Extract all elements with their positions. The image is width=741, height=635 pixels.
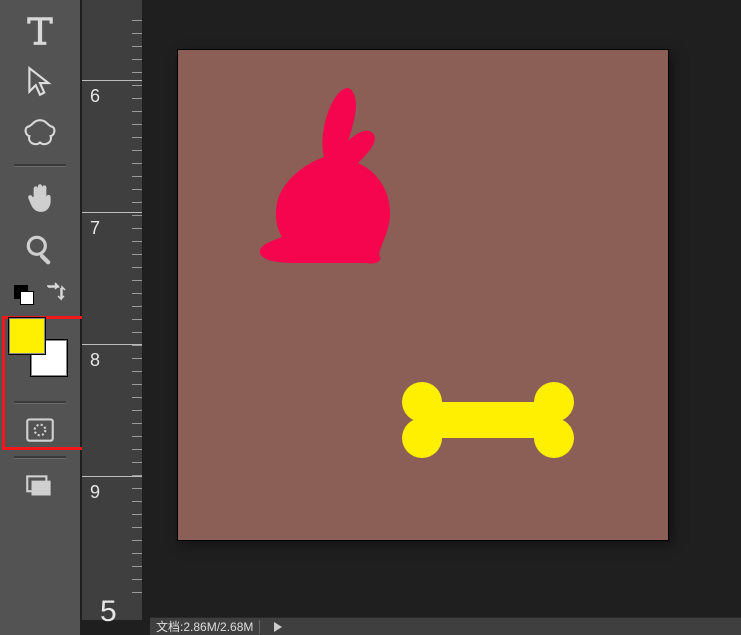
path-selection-tool[interactable] — [15, 58, 65, 106]
custom-shape-tool[interactable] — [15, 110, 65, 158]
ruler-tick-minor — [132, 579, 142, 580]
ruler-tick-minor — [132, 501, 142, 502]
ruler-tick-minor — [132, 566, 142, 567]
ruler-tick-minor — [132, 293, 142, 294]
ruler-tick-label: 6 — [90, 86, 100, 107]
status-play-icon[interactable] — [274, 622, 282, 632]
ruler-tick-minor — [132, 176, 142, 177]
ruler-tick-minor — [132, 150, 142, 151]
ruler-tick-minor — [132, 449, 142, 450]
color-controls — [10, 281, 70, 307]
app-root: 6 7 8 9 5 文档 — [0, 0, 741, 635]
color-swatch-area — [0, 277, 80, 401]
type-tool[interactable] — [15, 6, 65, 54]
ruler-tick-minor — [132, 423, 142, 424]
ruler-tick-minor — [132, 319, 142, 320]
ruler-tick-minor — [132, 20, 142, 21]
ruler-tick-label: 5 — [100, 595, 117, 629]
ruler-tick-minor — [132, 137, 142, 138]
ruler-tick-minor — [132, 280, 142, 281]
toolbar-divider — [14, 456, 66, 459]
ruler-tick-minor — [132, 215, 142, 216]
bone-shape — [398, 380, 578, 460]
foreground-color-swatch[interactable] — [8, 317, 46, 355]
ruler-tick-minor — [132, 72, 142, 73]
hand-tool[interactable] — [15, 173, 65, 221]
ruler-tick-minor — [132, 436, 142, 437]
swap-colors-button[interactable] — [44, 281, 66, 308]
ruler-tick-minor — [132, 241, 142, 242]
ruler-tick-minor — [132, 189, 142, 190]
ruler-tick-minor — [132, 488, 142, 489]
ruler-tick-minor — [132, 85, 142, 86]
ruler-tick-minor — [132, 202, 142, 203]
ruler-tick-minor — [132, 462, 142, 463]
vertical-ruler: 6 7 8 9 — [82, 0, 142, 620]
ruler-tick-minor — [132, 332, 142, 333]
ruler-tick-minor — [132, 267, 142, 268]
ruler-tick-minor — [132, 163, 142, 164]
ruler-tick-minor — [132, 592, 142, 593]
screen-mode-button[interactable] — [15, 465, 65, 509]
ruler-tick-minor — [132, 306, 142, 307]
ruler-tick-minor — [132, 514, 142, 515]
ruler-tick-minor — [132, 384, 142, 385]
ruler-tick-minor — [132, 98, 142, 99]
ruler-tick-minor — [132, 124, 142, 125]
ruler-tick-minor — [132, 358, 142, 359]
ruler-tick-label: 8 — [90, 350, 100, 371]
toolbar-divider — [14, 164, 66, 167]
ruler-tick-minor — [132, 254, 142, 255]
quick-mask-toggle[interactable] — [15, 410, 65, 450]
status-doc-label: 文档 — [156, 618, 180, 635]
ruler-tick-minor — [132, 475, 142, 476]
ruler-tick-minor — [132, 410, 142, 411]
status-separator — [259, 620, 260, 634]
status-doc-size: :2.86M/2.68M — [180, 620, 253, 634]
status-bar: 文档 :2.86M/2.68M — [150, 617, 741, 635]
ruler-tick-minor — [132, 527, 142, 528]
zoom-tool[interactable] — [15, 225, 65, 273]
rabbit-shape — [258, 85, 408, 265]
document-canvas[interactable] — [178, 50, 668, 540]
toolbar-divider — [14, 401, 66, 404]
ruler-tick-minor — [132, 345, 142, 346]
ruler-tick-minor — [132, 33, 142, 34]
ruler-tick-minor — [132, 397, 142, 398]
ruler-tick-minor — [132, 111, 142, 112]
ruler-tick-minor — [132, 540, 142, 541]
ruler-tick-label: 9 — [90, 482, 100, 503]
tools-panel — [0, 0, 80, 635]
ruler-tick-minor — [132, 371, 142, 372]
ruler-tick-minor — [132, 46, 142, 47]
ruler-tick-label: 7 — [90, 218, 100, 239]
ruler-tick-minor — [132, 228, 142, 229]
ruler-tick-minor — [132, 59, 142, 60]
ruler-tick-minor — [132, 553, 142, 554]
